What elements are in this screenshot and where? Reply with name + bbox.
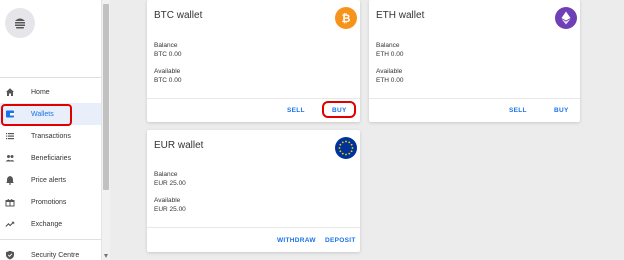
sidebar-item-label: Home: [31, 88, 50, 96]
buy-button[interactable]: BUY: [554, 107, 569, 114]
eth-wallet-card: ETH wallet Balance ETH 0.00 Available ET…: [369, 0, 580, 122]
sidebar-item-price-alerts[interactable]: Price alerts: [0, 169, 101, 191]
sell-button[interactable]: SELL: [287, 107, 305, 114]
gift-icon: [5, 198, 15, 207]
bitcoin-glyph-icon: ₿: [342, 12, 351, 25]
sell-button[interactable]: SELL: [509, 107, 527, 114]
bitcoin-logo-icon: ₿: [335, 7, 357, 29]
balance-value: EUR 25.00: [154, 180, 186, 187]
sidebar-item-beneficiaries[interactable]: Beneficiaries: [0, 147, 101, 169]
sidebar-item-label: Security Centre: [31, 251, 80, 259]
withdraw-button[interactable]: WITHDRAW: [277, 237, 316, 244]
sidebar-item-label: Transactions: [31, 132, 71, 140]
wallets-highlight-annotation: [1, 104, 72, 126]
balance-value: BTC 0.00: [154, 51, 182, 58]
sidebar-item-label: Exchange: [31, 220, 63, 228]
sidebar-item-label: Price alerts: [31, 176, 67, 184]
card-title: EUR wallet: [154, 140, 204, 151]
ethereum-logo-icon: [555, 7, 577, 29]
buy-highlight-annotation: [322, 101, 356, 118]
card-divider: [147, 227, 360, 228]
available-label: Available: [376, 68, 403, 75]
shield-icon: [6, 250, 14, 260]
eu-flag-logo-icon: [335, 137, 357, 159]
sidebar-item-security-centre[interactable]: Security Centre: [0, 244, 101, 260]
avatar[interactable]: [5, 8, 35, 38]
eur-wallet-card: EUR wallet Balance EUR 25.00 Available E…: [147, 130, 360, 252]
available-value: ETH 0.00: [376, 77, 404, 84]
available-label: Available: [154, 197, 181, 204]
available-label: Available: [154, 68, 181, 75]
balance-label: Balance: [376, 42, 400, 49]
balance-value: ETH 0.00: [376, 51, 404, 58]
bell-icon: [6, 176, 14, 185]
balance-label: Balance: [154, 42, 178, 49]
sidebar-divider: [0, 239, 101, 240]
balance-label: Balance: [154, 171, 178, 178]
sidebar-item-label: Promotions: [31, 198, 67, 206]
user-avatar-icon: [15, 18, 25, 29]
available-value: EUR 25.00: [154, 206, 186, 213]
scroll-down-arrow-icon[interactable]: [104, 254, 108, 258]
sidebar-item-label: Beneficiaries: [31, 154, 72, 162]
eu-stars-icon: [338, 140, 354, 156]
deposit-button[interactable]: DEPOSIT: [325, 237, 356, 244]
svg-text:₿: ₿: [342, 12, 351, 25]
trending-icon: [5, 221, 15, 227]
available-value: BTC 0.00: [154, 77, 182, 84]
ethereum-glyph-icon: [561, 11, 571, 25]
sidebar-item-home[interactable]: Home: [0, 81, 101, 103]
sidebar-divider: [0, 77, 101, 78]
sidebar: Home Wallets Transactions Beneficiaries …: [0, 0, 101, 260]
sidebar-scrollbar[interactable]: [101, 0, 110, 260]
sidebar-item-transactions[interactable]: Transactions: [0, 125, 101, 147]
sidebar-item-promotions[interactable]: Promotions: [0, 191, 101, 213]
people-icon: [5, 155, 15, 162]
list-icon: [6, 133, 14, 140]
card-divider: [147, 98, 360, 99]
scrollbar-thumb[interactable]: [103, 4, 109, 190]
card-divider: [369, 98, 580, 99]
card-title: ETH wallet: [376, 10, 425, 21]
sidebar-item-exchange[interactable]: Exchange: [0, 213, 101, 235]
home-icon: [6, 88, 14, 96]
card-title: BTC wallet: [154, 10, 203, 21]
